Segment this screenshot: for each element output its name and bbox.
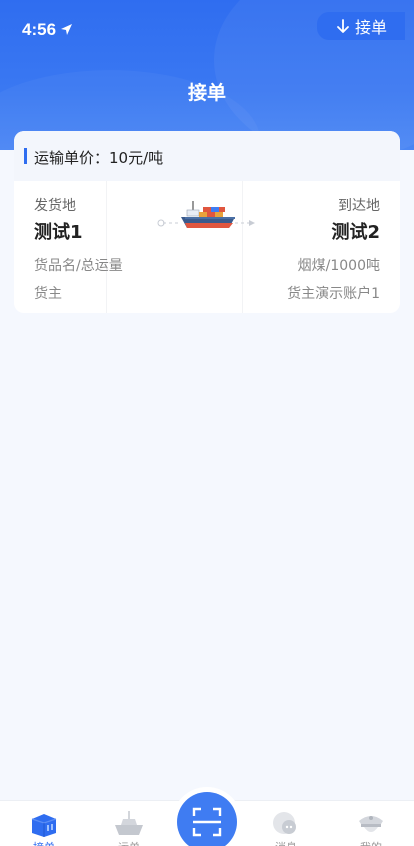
owner-value: 货主演示账户1 bbox=[287, 286, 380, 302]
order-card-header: 运输单价：10元/吨 bbox=[14, 131, 400, 181]
tab-label: 我的 bbox=[341, 839, 401, 846]
ship-icon bbox=[113, 809, 145, 841]
tab-waybills[interactable]: 运单 bbox=[99, 801, 159, 846]
accept-order-label: 接单 bbox=[354, 18, 387, 37]
order-card[interactable]: 运输单价：10元/吨 发货地 测试1 到达地 测试2 货品名/总运量 烟煤/10… bbox=[14, 131, 400, 313]
captain-icon bbox=[355, 809, 387, 841]
goods-label: 货品名/总运量 bbox=[34, 258, 123, 274]
arrow-down-icon bbox=[337, 19, 349, 33]
divider bbox=[106, 181, 107, 313]
scan-icon bbox=[192, 807, 222, 837]
scan-button[interactable] bbox=[177, 792, 237, 846]
destination-city: 测试2 bbox=[331, 222, 380, 243]
tab-label: 接单 bbox=[14, 839, 74, 846]
origin-label: 发货地 bbox=[34, 198, 76, 214]
box-icon bbox=[28, 809, 60, 841]
status-time: 4:56 bbox=[22, 20, 57, 39]
unit-price: 运输单价：10元/吨 bbox=[34, 149, 164, 167]
tab-label: 运单 bbox=[99, 839, 159, 846]
owner-label: 货主 bbox=[34, 286, 62, 302]
accent-bar bbox=[24, 148, 27, 164]
tab-profile[interactable]: 我的 bbox=[341, 801, 401, 846]
location-arrow-icon bbox=[60, 21, 73, 40]
destination-label: 到达地 bbox=[338, 198, 380, 214]
page-title: 接单 bbox=[187, 82, 226, 104]
tab-accept-orders[interactable]: 接单 bbox=[14, 801, 74, 846]
origin-city: 测试1 bbox=[34, 222, 83, 243]
tab-messages[interactable]: 消息 bbox=[256, 801, 316, 846]
accept-order-button[interactable]: 接单 bbox=[317, 12, 405, 40]
goods-value: 烟煤/1000吨 bbox=[297, 258, 380, 274]
tab-label: 消息 bbox=[256, 839, 316, 846]
cargo-ship-icon bbox=[157, 199, 259, 239]
message-icon bbox=[270, 809, 302, 841]
